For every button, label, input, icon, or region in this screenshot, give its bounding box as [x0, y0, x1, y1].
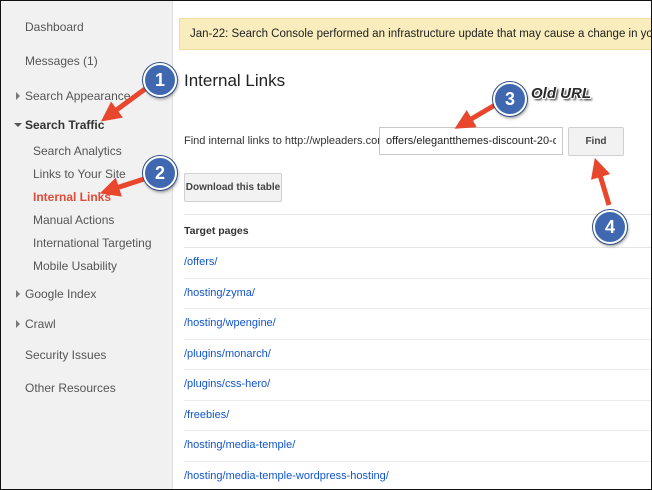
sidebar-item-search-appearance[interactable]: Search Appearance — [15, 89, 130, 103]
sidebar-item-other-resources[interactable]: Other Resources — [25, 381, 116, 395]
main-content: Jan-22: Search Console performed an infr… — [173, 1, 651, 489]
find-internal-links-label: Find internal links to http://wpleaders.… — [184, 135, 390, 147]
screenshot-frame: Dashboard Messages (1) Search Appearance… — [0, 0, 652, 490]
sidebar-subitem-manual-actions[interactable]: Manual Actions — [33, 213, 114, 227]
target-url-input[interactable] — [379, 127, 563, 155]
sidebar-subitem-internal-links[interactable]: Internal Links — [33, 190, 111, 204]
sidebar-subitem-search-analytics[interactable]: Search Analytics — [33, 144, 122, 158]
download-table-button[interactable]: Download this table — [184, 173, 282, 202]
page-title: Internal Links — [184, 71, 286, 90]
sidebar-item-dashboard[interactable]: Dashboard — [25, 20, 84, 34]
table-row-link[interactable]: /hosting/media-temple/ — [184, 431, 651, 462]
step-badge-3: 3 — [493, 82, 527, 116]
step-badge-1: 1 — [143, 63, 177, 97]
sidebar-subitem-links-to-your-site[interactable]: Links to Your Site — [33, 167, 126, 181]
step-badge-4: 4 — [593, 210, 627, 244]
table-header-target-pages: Target pages — [184, 214, 651, 248]
table-row-link[interactable]: /hosting/media-temple-wordpress-hosting/ — [184, 462, 651, 490]
sidebar-subitem-international-targeting[interactable]: International Targeting — [33, 236, 152, 250]
sidebar-item-crawl[interactable]: Crawl — [16, 317, 56, 331]
sidebar-item-google-index[interactable]: Google Index — [15, 287, 96, 301]
table-row-link[interactable]: /plugins/monarch/ — [184, 340, 651, 370]
infrastructure-notice-banner: Jan-22: Search Console performed an infr… — [179, 18, 651, 50]
target-pages-table: Target pages /offers/ /hosting/zyma/ /ho… — [184, 214, 651, 490]
find-button[interactable]: Find — [568, 127, 624, 156]
table-row-link[interactable]: /hosting/wpengine/ — [184, 309, 651, 340]
sidebar-item-search-traffic[interactable]: Search Traffic — [13, 118, 104, 132]
sidebar-item-security-issues[interactable]: Security Issues — [25, 348, 106, 362]
sidebar-subitem-mobile-usability[interactable]: Mobile Usability — [33, 259, 117, 273]
table-row-link[interactable]: /plugins/css-hero/ — [184, 370, 651, 401]
step-badge-2: 2 — [143, 156, 177, 190]
table-row-link[interactable]: /freebies/ — [184, 401, 651, 431]
table-row-link[interactable]: /offers/ — [184, 248, 651, 279]
old-url-annotation: Old URL — [531, 85, 591, 102]
sidebar-item-messages[interactable]: Messages (1) — [25, 54, 98, 68]
table-row-link[interactable]: /hosting/zyma/ — [184, 279, 651, 309]
